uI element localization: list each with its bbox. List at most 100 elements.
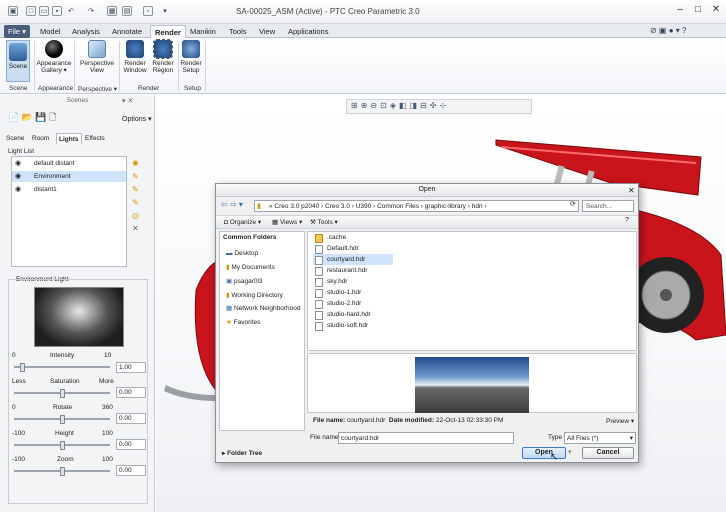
title-bar: ▣ □ ▭ ▪ ↶ ↷ ▦ ▤ ▫ ▾ SA-00025_ASM (Active… — [0, 0, 726, 24]
zoom-field[interactable]: 0.00 — [116, 465, 146, 476]
undo-icon[interactable]: ↶ — [66, 6, 76, 16]
ribbon: Scene Appearance Gallery ▾ Perspective V… — [0, 38, 726, 94]
list-item[interactable]: studio-1.hdr — [313, 287, 393, 298]
tab-room[interactable]: Room — [32, 135, 49, 142]
windows-icon[interactable]: ▤ — [122, 6, 132, 16]
tab-tools[interactable]: Tools — [225, 25, 251, 38]
zoom-knob[interactable] — [60, 467, 65, 476]
close-window-icon[interactable]: ▫ — [143, 6, 153, 16]
tab-model[interactable]: Model — [36, 25, 64, 38]
options-dropdown[interactable]: Options ▾ — [122, 115, 152, 123]
tab-applications[interactable]: Applications — [284, 25, 332, 38]
dialog-close-icon[interactable]: ✕ — [628, 186, 635, 195]
preview-toggle[interactable]: Preview ▾ — [606, 417, 634, 425]
panel-toolbar-icons[interactable]: 📄 📂 💾 🗋 — [8, 110, 56, 126]
open-dropdown[interactable]: ▾ — [568, 448, 572, 456]
file-icon — [315, 322, 323, 331]
folder-user[interactable]: ▣ psagar0l3 — [226, 277, 263, 285]
customize-icon[interactable]: ▾ — [160, 6, 170, 16]
folder-favorites[interactable]: ★ Favorites — [226, 318, 260, 326]
refresh-icon[interactable]: ⟳ — [570, 200, 576, 208]
file-icon — [315, 278, 323, 287]
tab-effects[interactable]: Effects — [85, 135, 105, 142]
breadcrumb[interactable]: ▮ « Creo 3.0 p2040 › Creo 3.0 › U390 › C… — [254, 200, 579, 212]
list-item[interactable]: studio-soft.hdr — [313, 320, 393, 331]
cube-icon — [88, 40, 106, 58]
type-select[interactable]: All Files (*) ▾ — [564, 432, 636, 444]
render-setup-button[interactable]: Render Setup — [180, 40, 202, 74]
panel-controls[interactable]: ▾ ✕ — [122, 97, 133, 105]
list-item[interactable]: studio-hard.hdr — [313, 309, 393, 320]
cancel-button[interactable]: Cancel — [582, 447, 634, 459]
tab-analysis[interactable]: Analysis — [68, 25, 104, 38]
intensity-slider[interactable] — [14, 366, 110, 368]
redo-icon[interactable]: ↷ — [86, 6, 96, 16]
tab-lights[interactable]: Lights — [56, 133, 82, 144]
folder-network[interactable]: ▦ Network Neighborhood — [226, 304, 300, 312]
nav-back-forward[interactable]: ⇦ ⇨ ▾ — [221, 200, 243, 209]
save-icon[interactable]: ▪ — [52, 6, 62, 16]
height-knob[interactable] — [60, 441, 65, 450]
dialog-title: Open — [216, 184, 638, 197]
close-button[interactable]: ✕ — [708, 4, 724, 15]
filename-input[interactable]: courtyard.hdr — [338, 432, 514, 444]
tools-menu[interactable]: ⚒ Tools ▾ — [310, 218, 338, 226]
group-perspective[interactable]: Perspective ▾ — [78, 85, 117, 93]
intensity-field[interactable]: 1.00 — [116, 362, 146, 373]
render-window-button[interactable]: Render Window — [121, 40, 149, 74]
file-icon — [315, 289, 323, 298]
file-icon — [315, 245, 323, 254]
open-button[interactable]: Open — [522, 447, 566, 459]
tab-annotate[interactable]: Annotate — [108, 25, 146, 38]
tab-scene[interactable]: Scene — [6, 135, 24, 142]
folder-tree-toggle[interactable]: ▸ Folder Tree — [222, 449, 262, 457]
folder-my-documents[interactable]: ▮ My Documents — [226, 263, 275, 271]
eye-icon: ◉ — [15, 186, 22, 193]
folder-working-directory[interactable]: ▮ Working Directory — [226, 291, 283, 299]
regenerate-icon[interactable]: ▦ — [107, 6, 117, 16]
environment-preview — [34, 287, 124, 347]
maximize-button[interactable]: □ — [690, 4, 706, 15]
eye-icon: ◉ — [15, 160, 22, 167]
help-icon[interactable]: ? — [625, 217, 629, 224]
saturation-knob[interactable] — [60, 389, 65, 398]
open-folder-icon[interactable]: ▭ — [39, 6, 49, 16]
views-menu[interactable]: ▦ Views ▾ — [272, 218, 302, 226]
list-item[interactable]: ◉ Environment — [12, 171, 126, 182]
saturation-field[interactable]: 0.00 — [116, 387, 146, 398]
scenes-panel: Scenes ▾ ✕ 📄 📂 💾 🗋 Options ▾ Scene Room … — [0, 95, 155, 512]
intensity-knob[interactable] — [20, 363, 25, 372]
mouse-cursor: ↖ — [550, 452, 559, 463]
list-item[interactable]: ◉ default distant — [12, 158, 126, 169]
rotate-knob[interactable] — [60, 415, 65, 424]
region-icon — [153, 39, 173, 59]
list-item[interactable]: courtyard.hdr — [313, 254, 393, 265]
height-field[interactable]: 0.00 — [116, 439, 146, 450]
perspective-view-button[interactable]: Perspective View — [78, 40, 116, 74]
group-render: Render — [138, 85, 160, 92]
window-title: SA-00025_ASM (Active) - PTC Creo Paramet… — [236, 7, 420, 16]
new-icon[interactable]: □ — [26, 6, 36, 16]
tab-view[interactable]: View — [255, 25, 279, 38]
folder-desktop[interactable]: ▬ Desktop — [226, 250, 258, 257]
scene-button[interactable]: Scene — [6, 40, 30, 82]
search-input[interactable]: Search... — [582, 200, 634, 212]
list-item[interactable]: .cache — [313, 232, 393, 243]
light-tools[interactable]: ✺ ✎ ✎ ✎ ◎ ✕ — [132, 157, 139, 235]
tab-manikin[interactable]: Manikin — [186, 25, 220, 38]
render-region-button[interactable]: Render Region — [150, 39, 176, 74]
minimize-button[interactable]: – — [672, 4, 688, 15]
list-item[interactable]: Default.hdr — [313, 243, 393, 254]
appearance-gallery-button[interactable]: Appearance Gallery ▾ — [36, 40, 72, 74]
list-item[interactable]: sky.hdr — [313, 276, 393, 287]
tab-render[interactable]: Render — [150, 25, 186, 38]
organize-menu[interactable]: ◘ Organize ▾ — [224, 218, 261, 226]
list-item[interactable]: ◉ distant1 — [12, 184, 126, 195]
list-item[interactable]: studio-2.hdr — [313, 298, 393, 309]
rotate-field[interactable]: 0.00 — [116, 413, 146, 424]
list-item[interactable]: restaurant.hdr — [313, 265, 393, 276]
help-icons[interactable]: ⊘ ▣ ● ▾ ? — [650, 26, 686, 35]
tab-file[interactable]: File ▾ — [4, 25, 30, 38]
file-icon — [315, 256, 323, 265]
group-appearance: Appearance — [38, 85, 74, 92]
